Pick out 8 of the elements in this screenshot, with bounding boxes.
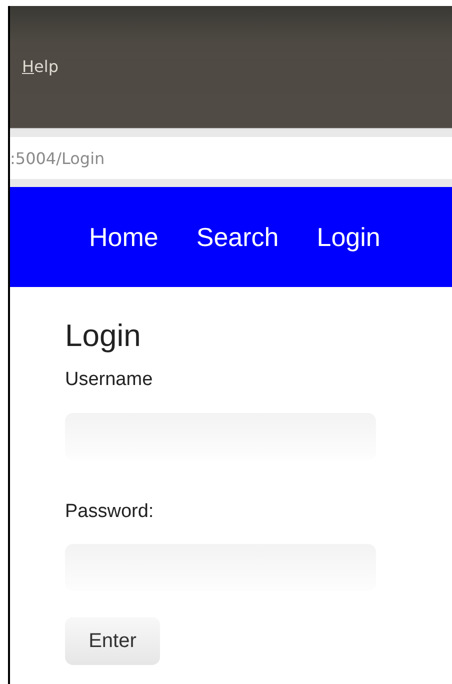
nav-link[interactable]: Login — [298, 218, 400, 256]
nav-link[interactable]: Home — [70, 218, 178, 256]
enter-button[interactable]: Enter — [65, 617, 160, 666]
nav-link[interactable]: Search — [177, 218, 298, 256]
page-title: Login — [65, 317, 142, 354]
field-label: Username — [65, 368, 154, 392]
field-label: Password: — [65, 500, 155, 524]
menu-item[interactable]: Help — [22, 55, 58, 79]
